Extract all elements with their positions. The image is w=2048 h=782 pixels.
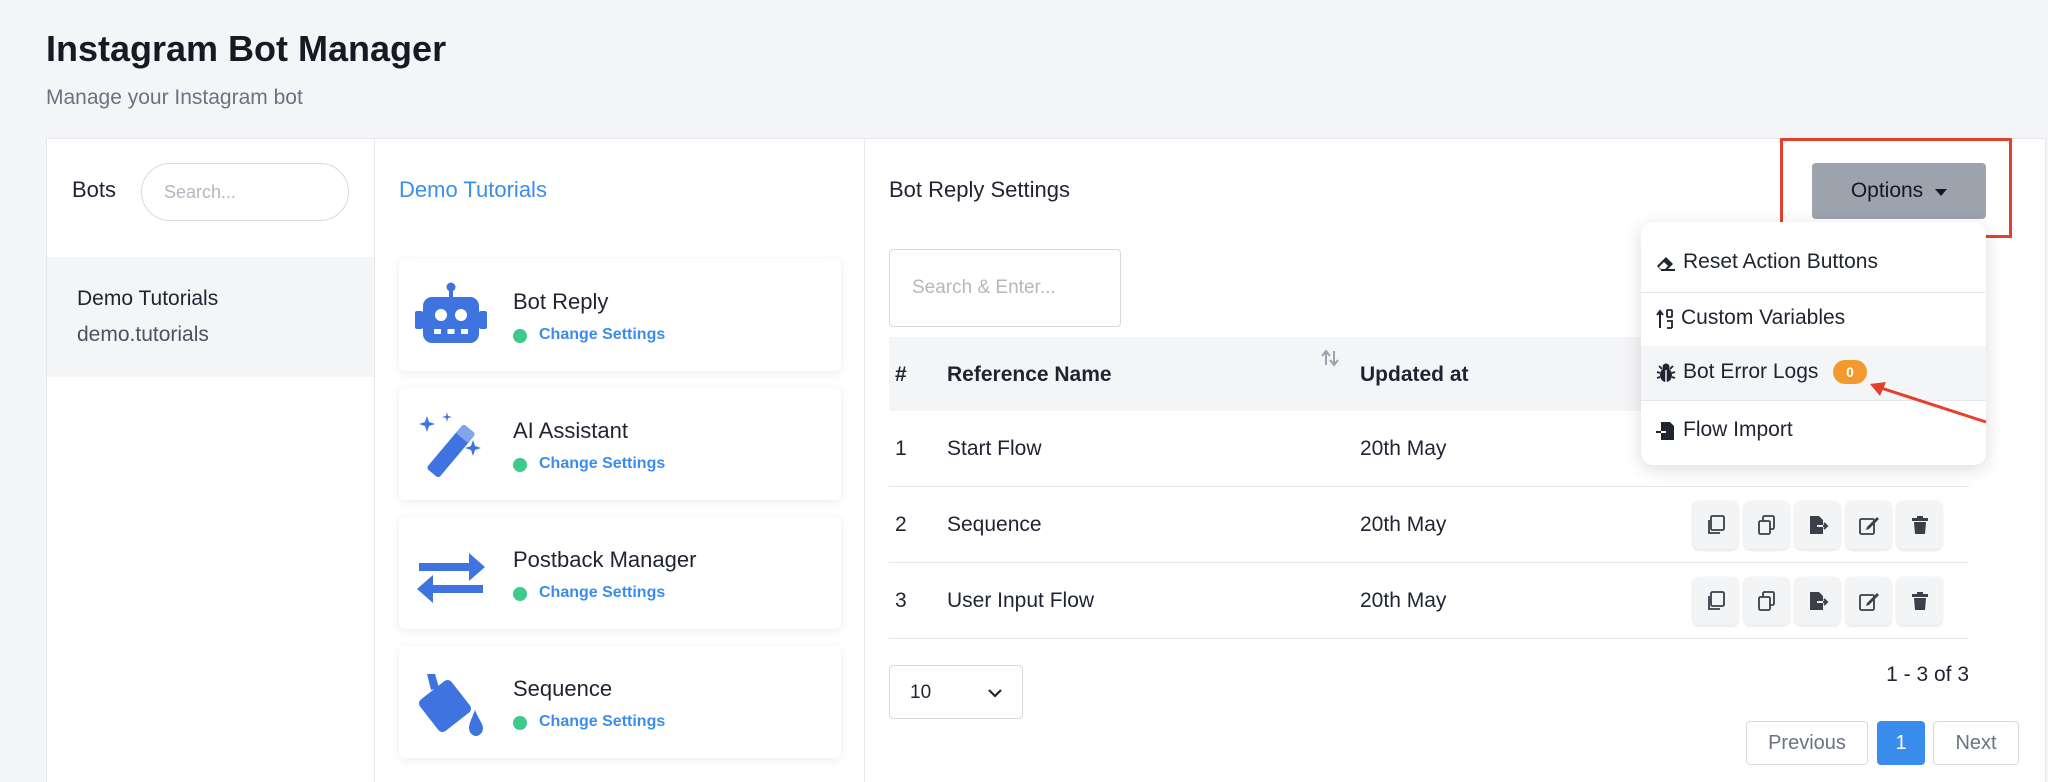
copy-button[interactable] <box>1693 501 1738 549</box>
file-import-icon <box>1656 422 1674 440</box>
bot-search-input[interactable] <box>141 163 349 221</box>
menu-item-label: Reset Action Buttons <box>1683 250 1878 273</box>
feature-card-ai-assistant: AI Assistant Change Settings <box>399 388 841 500</box>
edit-button[interactable] <box>1846 577 1891 625</box>
exchange-arrows-icon <box>417 553 485 603</box>
per-page-value: 10 <box>910 682 932 703</box>
caret-down-icon <box>1935 188 1948 196</box>
bug-icon <box>1656 363 1676 382</box>
menu-item-label: Flow Import <box>1683 418 1793 441</box>
clone-button[interactable] <box>1744 501 1789 549</box>
table-row: 3 User Input Flow 20th May <box>889 563 1969 639</box>
feature-name: Postback Manager <box>513 547 697 572</box>
trash-icon <box>1911 592 1928 610</box>
previous-page-button[interactable]: Previous <box>1746 721 1868 765</box>
feature-card-sequence: Sequence Change Settings <box>399 646 841 758</box>
change-settings-link[interactable]: Change Settings <box>539 713 665 731</box>
per-page-select[interactable]: 10 <box>889 665 1023 719</box>
menu-divider <box>1641 400 1986 401</box>
row-number: 3 <box>895 589 907 612</box>
export-button[interactable] <box>1795 501 1840 549</box>
change-settings-link[interactable]: Change Settings <box>539 326 665 344</box>
status-dot <box>513 716 527 730</box>
panel-title: Bot Reply Settings <box>889 177 1070 202</box>
features-panel: Demo Tutorials Bot Reply Change Settings <box>375 139 865 782</box>
eraser-icon <box>1657 257 1675 271</box>
trash-icon <box>1911 516 1928 534</box>
row-reference-name: User Input Flow <box>947 589 1095 612</box>
row-number: 2 <box>895 513 907 536</box>
column-header-updated-at[interactable]: Updated at <box>1360 363 1469 387</box>
feature-card-postback-manager: Postback Manager Change Settings <box>399 517 841 629</box>
menu-item-bot-error-logs[interactable]: Bot Error Logs 0 <box>1641 346 1986 400</box>
error-count-badge: 0 <box>1833 360 1867 384</box>
options-label: Options <box>1850 179 1924 202</box>
bots-panel: Bots Demo Tutorials demo.tutorials <box>47 139 375 782</box>
features-panel-title: Demo Tutorials <box>399 177 547 202</box>
row-number: 1 <box>895 437 907 460</box>
status-dot <box>513 458 527 472</box>
page-title: Instagram Bot Manager <box>46 28 447 69</box>
menu-item-flow-import[interactable]: Flow Import <box>1641 404 1986 458</box>
feature-name: AI Assistant <box>513 418 628 443</box>
menu-item-label: Custom Variables <box>1681 306 1846 329</box>
copy-icon <box>1707 591 1725 610</box>
edit-button[interactable] <box>1846 501 1891 549</box>
page-subtitle: Manage your Instagram bot <box>46 86 303 109</box>
column-header-reference-name[interactable]: Reference Name <box>947 363 1112 387</box>
bot-handle: demo.tutorials <box>77 323 209 346</box>
table-row: 2 Sequence 20th May <box>889 487 1969 563</box>
pagination-range: 1 - 3 of 3 <box>1886 663 1969 686</box>
feature-name: Sequence <box>513 676 613 701</box>
change-settings-link[interactable]: Change Settings <box>539 455 665 473</box>
change-settings-link[interactable]: Change Settings <box>539 584 665 602</box>
magic-wand-icon <box>419 412 481 478</box>
bot-name: Demo Tutorials <box>77 287 219 310</box>
export-button[interactable] <box>1795 577 1840 625</box>
menu-item-label: Bot Error Logs <box>1683 360 1819 383</box>
row-updated-at: 20th May <box>1360 513 1447 536</box>
edit-icon <box>1858 517 1879 535</box>
row-reference-name: Start Flow <box>947 437 1042 460</box>
paint-bucket-icon <box>418 674 483 736</box>
clone-icon <box>1757 591 1775 611</box>
table-search-input[interactable] <box>889 249 1121 327</box>
options-dropdown-menu: Reset Action Buttons Custom Variables Bo… <box>1641 222 1986 465</box>
row-updated-at: 20th May <box>1360 589 1447 612</box>
edit-icon <box>1858 593 1879 611</box>
export-icon <box>1809 516 1828 534</box>
status-dot <box>513 329 527 343</box>
column-header-number: # <box>895 363 907 386</box>
bot-list-item[interactable]: Demo Tutorials demo.tutorials <box>47 257 374 377</box>
chevron-down-icon <box>988 689 1002 698</box>
page-1-button[interactable]: 1 <box>1877 721 1925 765</box>
clone-button[interactable] <box>1744 577 1789 625</box>
row-updated-at: 20th May <box>1360 437 1447 460</box>
menu-item-custom-variables[interactable]: Custom Variables <box>1641 292 1986 346</box>
sort-variables-icon <box>1656 309 1673 329</box>
copy-button[interactable] <box>1693 577 1738 625</box>
row-reference-name: Sequence <box>947 513 1042 536</box>
bots-label: Bots <box>72 177 117 202</box>
sort-icon[interactable] <box>1319 347 1341 369</box>
export-icon <box>1809 592 1828 610</box>
robot-icon <box>415 282 487 343</box>
row-actions <box>1693 577 1942 625</box>
next-page-button[interactable]: Next <box>1933 721 2019 765</box>
options-button[interactable]: Options <box>1812 163 1986 219</box>
delete-button[interactable] <box>1897 501 1942 549</box>
feature-card-bot-reply: Bot Reply Change Settings <box>399 259 841 371</box>
clone-icon <box>1757 515 1775 535</box>
feature-name: Bot Reply <box>513 289 609 314</box>
row-actions <box>1693 501 1942 549</box>
copy-icon <box>1707 515 1725 534</box>
menu-item-reset-action-buttons[interactable]: Reset Action Buttons <box>1641 236 1986 290</box>
status-dot <box>513 587 527 601</box>
delete-button[interactable] <box>1897 577 1942 625</box>
